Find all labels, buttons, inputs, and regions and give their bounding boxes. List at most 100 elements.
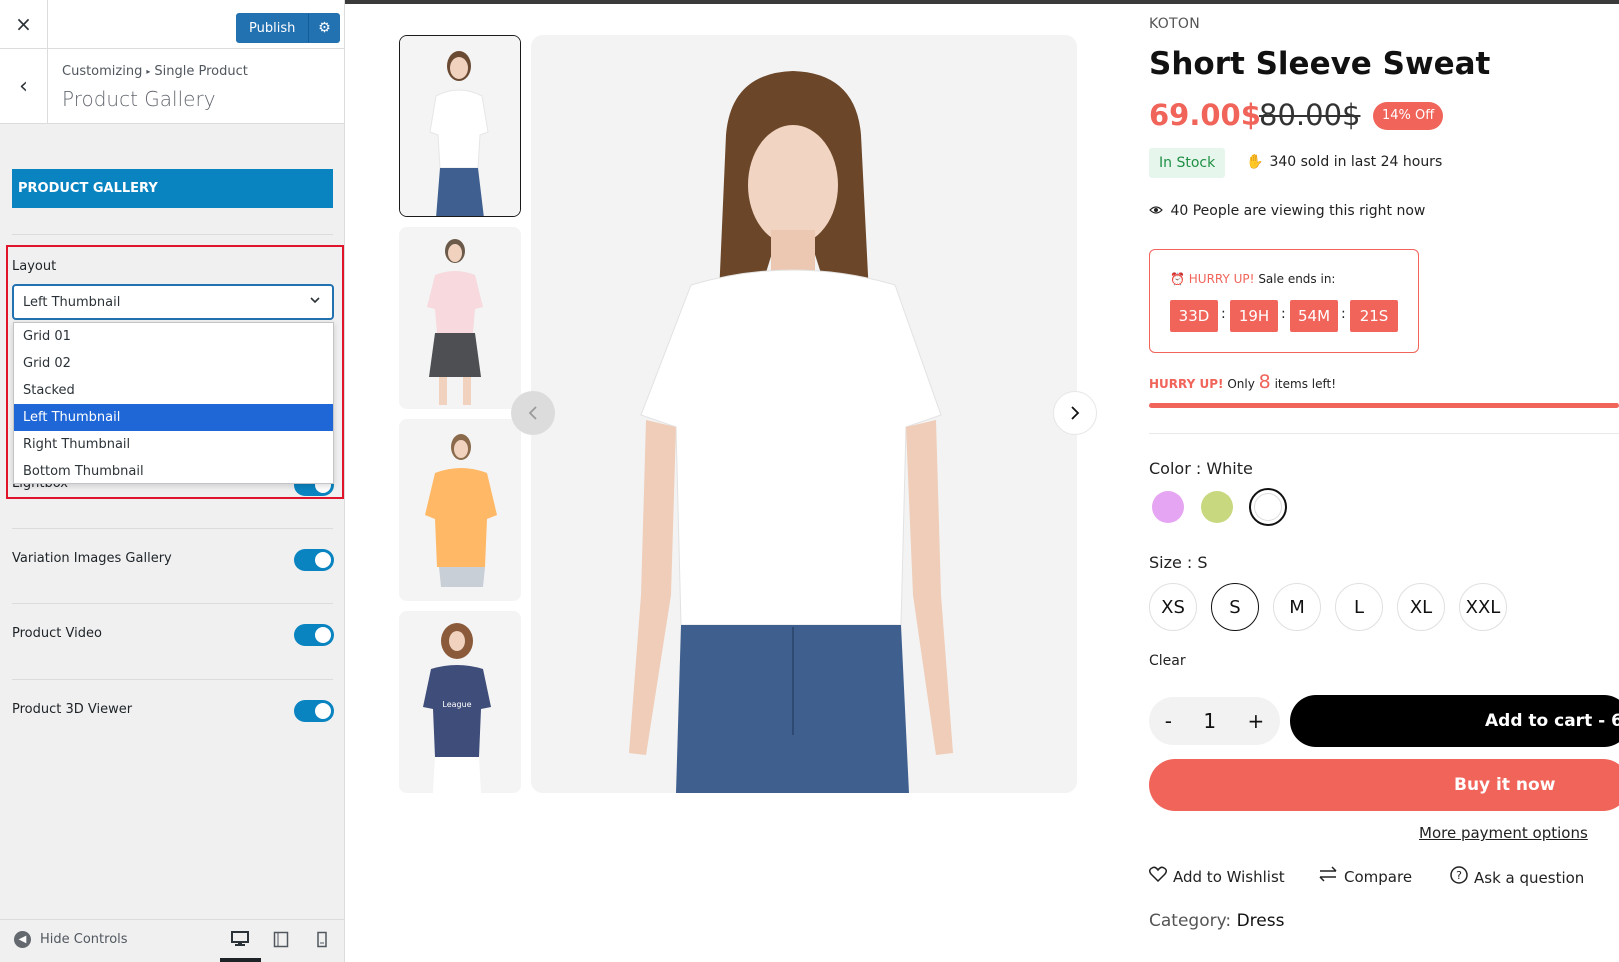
only-label: Only — [1227, 377, 1255, 391]
layout-label: Layout — [12, 259, 57, 274]
svg-text:League: League — [442, 700, 471, 709]
color-swatch-pink[interactable] — [1152, 491, 1184, 523]
product-price: 69.00$ — [1149, 98, 1261, 132]
low-stock-message: HURRY UP! Only 8 items left! — [1149, 371, 1336, 393]
layout-option[interactable]: Stacked — [14, 377, 333, 404]
tablet-icon[interactable] — [270, 928, 292, 950]
svg-text:?: ? — [1456, 869, 1462, 882]
product-video-label: Product Video — [12, 626, 102, 641]
size-option-selected[interactable]: S — [1211, 583, 1259, 631]
timer-seconds: 21S — [1350, 300, 1398, 332]
gallery-thumbnail[interactable] — [399, 419, 521, 601]
desktop-icon[interactable] — [229, 928, 251, 950]
buy-now-button[interactable]: Buy it now — [1149, 759, 1619, 811]
color-swatch-green[interactable] — [1201, 491, 1233, 523]
layout-option[interactable]: Bottom Thumbnail — [14, 458, 333, 485]
quantity-plus-button[interactable]: + — [1248, 709, 1265, 733]
preview-top-border — [345, 0, 1619, 4]
gallery-thumbnail[interactable] — [399, 227, 521, 409]
ask-question-label: Ask a question — [1474, 868, 1585, 887]
clear-link[interactable]: Clear — [1149, 653, 1186, 669]
breadcrumb-item: Customizing — [62, 64, 143, 79]
size-option[interactable]: L — [1335, 583, 1383, 631]
active-device-indicator — [220, 958, 261, 962]
layout-options-list: Grid 01 Grid 02 Stacked Left Thumbnail R… — [13, 322, 334, 484]
product-old-price: 80.00$ — [1259, 98, 1361, 132]
size-label: Size : S — [1149, 553, 1208, 572]
customizer-footer: ◀ Hide Controls — [0, 919, 344, 962]
wishlist-label: Add to Wishlist — [1173, 867, 1285, 886]
sale-ends-label: Sale ends in: — [1258, 272, 1336, 286]
size-option[interactable]: XS — [1149, 583, 1197, 631]
layout-select[interactable]: Left Thumbnail — [12, 284, 334, 320]
hide-controls-label: Hide Controls — [40, 932, 128, 947]
layout-option[interactable]: Grid 01 — [14, 323, 333, 350]
gallery-thumbnail[interactable] — [399, 35, 521, 217]
hurry-up-label: HURRY UP! — [1188, 272, 1255, 286]
layout-option[interactable]: Right Thumbnail — [14, 431, 333, 458]
customizer-sidebar: × Publish ⚙ ‹ Customizing ▸ Single Product… — [0, 0, 345, 962]
publish-button[interactable]: Publish — [236, 13, 309, 43]
size-label-text: Size : — [1149, 553, 1193, 572]
product-brand[interactable]: KOTON — [1149, 16, 1200, 32]
gallery-next-button[interactable] — [1053, 391, 1097, 435]
timer-separator: : — [1341, 306, 1346, 322]
gear-icon[interactable]: ⚙ — [308, 13, 341, 43]
timer-days: 33D — [1170, 300, 1218, 332]
stock-progress-bar — [1149, 403, 1619, 408]
viewing-count: 40 People are viewing this right now — [1149, 203, 1425, 219]
more-payment-options-link[interactable]: More payment options — [1419, 824, 1588, 842]
add-to-cart-button[interactable]: Add to cart - 69.00$ — [1290, 695, 1619, 747]
main-product-image[interactable] — [531, 35, 1077, 793]
ask-question-button[interactable]: ? Ask a question — [1450, 866, 1584, 889]
hide-controls-button[interactable]: ◀ Hide Controls — [14, 931, 128, 948]
size-option[interactable]: M — [1273, 583, 1321, 631]
variation-gallery-toggle[interactable] — [294, 549, 334, 571]
toggle-knob — [315, 627, 331, 643]
toggle-knob — [315, 703, 331, 719]
gallery-prev-button[interactable] — [511, 391, 555, 435]
question-icon: ? — [1450, 866, 1468, 889]
discount-badge: 14% Off — [1373, 102, 1444, 130]
color-label-text: Color : — [1149, 459, 1202, 478]
layout-option-selected[interactable]: Left Thumbnail — [14, 404, 333, 431]
toggle-knob — [315, 552, 331, 568]
category-label: Category: — [1149, 911, 1232, 931]
clock-icon: ⏰ — [1170, 272, 1185, 286]
divider — [12, 679, 333, 680]
compare-icon — [1318, 866, 1338, 887]
breadcrumb-separator: ▸ — [146, 67, 151, 76]
quantity-minus-button[interactable]: - — [1165, 709, 1172, 733]
mobile-icon[interactable] — [311, 928, 333, 950]
variation-gallery-row: Variation Images Gallery — [12, 545, 334, 575]
size-option[interactable]: XL — [1397, 583, 1445, 631]
hurry-up-label: HURRY UP! — [1149, 377, 1224, 391]
color-label: Color : White — [1149, 459, 1253, 478]
product-3d-toggle[interactable] — [294, 700, 334, 722]
timer-separator: : — [1281, 306, 1286, 322]
back-icon[interactable]: ‹ — [0, 49, 48, 123]
layout-option[interactable]: Grid 02 — [14, 350, 333, 377]
quantity-value[interactable]: 1 — [1203, 709, 1216, 733]
size-value: S — [1197, 553, 1208, 572]
color-swatch-white[interactable] — [1249, 488, 1287, 526]
timer-separator: : — [1221, 306, 1226, 322]
items-left-count: 8 — [1258, 371, 1271, 393]
quantity-stepper: - 1 + — [1149, 697, 1280, 745]
gallery-thumbnail[interactable]: League — [399, 611, 521, 793]
breadcrumb: Customizing ▸ Single Product — [62, 64, 248, 79]
layout-select-value: Left Thumbnail — [23, 294, 121, 310]
size-option[interactable]: XXL — [1459, 583, 1507, 631]
product-3d-label: Product 3D Viewer — [12, 702, 133, 717]
divider — [12, 528, 333, 529]
compare-button[interactable]: Compare — [1318, 866, 1412, 887]
chevron-down-icon — [308, 293, 322, 311]
close-icon[interactable]: × — [0, 0, 48, 48]
product-video-toggle[interactable] — [294, 624, 334, 646]
add-to-wishlist-button[interactable]: Add to Wishlist — [1148, 866, 1285, 887]
publish-group: Publish ⚙ — [236, 13, 341, 43]
divider — [12, 603, 333, 604]
fire-icon: ✋ — [1246, 154, 1264, 170]
sold-count: ✋ 340 sold in last 24 hours — [1246, 154, 1442, 170]
category-link[interactable]: Dress — [1237, 911, 1285, 931]
